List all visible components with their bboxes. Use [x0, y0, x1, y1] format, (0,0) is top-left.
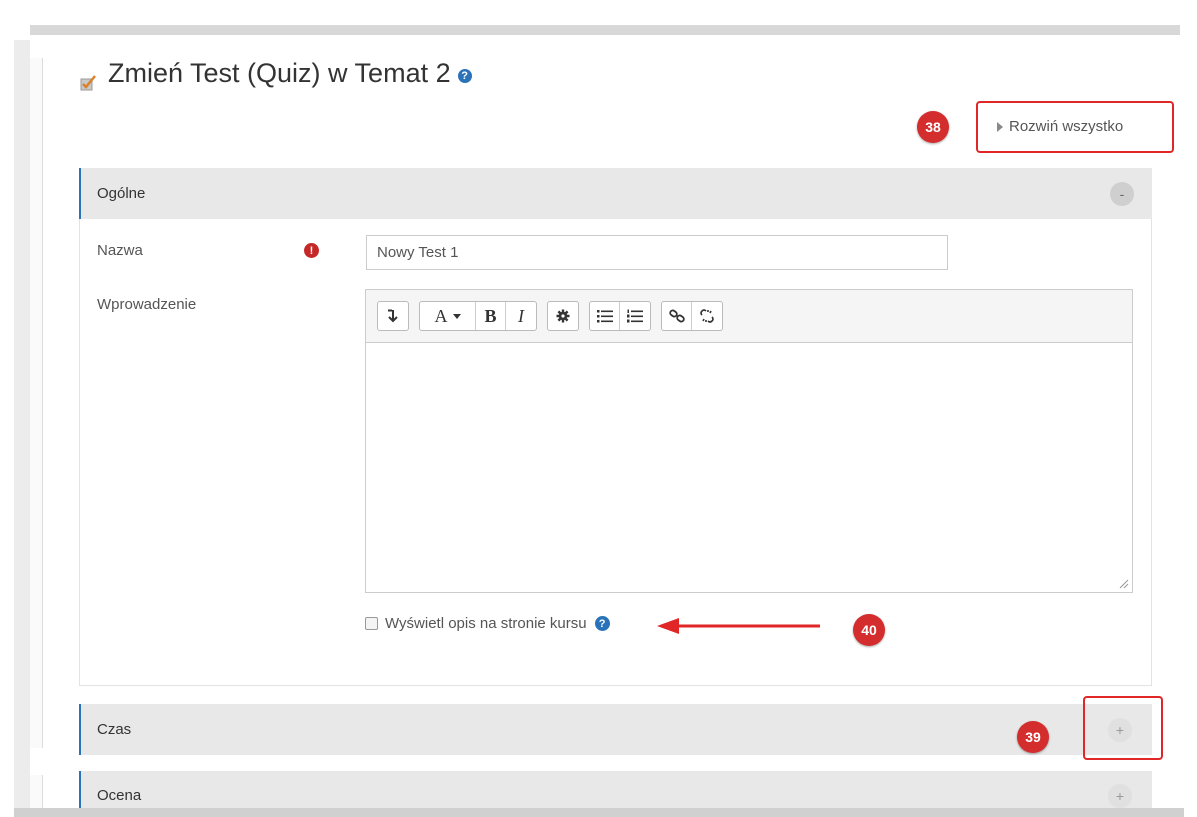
annotation-badge-39: 39: [1017, 721, 1049, 753]
toolbar-group-format: A B I: [419, 301, 537, 331]
show-description-checkbox[interactable]: [365, 617, 378, 630]
italic-button[interactable]: I: [506, 302, 536, 330]
font-style-button[interactable]: A: [420, 302, 476, 330]
expand-all-label: Rozwiń wszystko: [1009, 118, 1124, 135]
editor-toolbar: A B I: [366, 290, 1132, 343]
link-icon[interactable]: [662, 302, 692, 330]
left-panel-edge: [30, 58, 43, 748]
name-input[interactable]: [366, 235, 948, 270]
help-icon[interactable]: ?: [594, 616, 610, 631]
annotation-highlight-toggle: [1083, 696, 1163, 760]
page-title-text: Zmień Test (Quiz) w Temat 2: [108, 58, 451, 88]
section-title-grade: Ocena: [97, 787, 142, 804]
toolbar-group-links: [661, 301, 723, 331]
dropdown-arrow-icon: [452, 313, 461, 319]
toolbar-group-settings: [547, 301, 579, 331]
annotation-badge-38: 38: [917, 111, 949, 143]
show-description-option: Wyświetl opis na stronie kursu ?: [365, 615, 610, 632]
section-title-general: Ogólne: [97, 185, 146, 202]
expand-all-link[interactable]: Rozwiń wszystko: [997, 118, 1123, 135]
intro-label: Wprowadzenie: [97, 296, 197, 313]
required-icon: !: [304, 243, 319, 258]
resize-handle-icon[interactable]: [1119, 579, 1129, 589]
show-more-buttons-icon[interactable]: [378, 302, 408, 330]
unlink-icon[interactable]: [692, 302, 722, 330]
annotation-badge-40: 40: [853, 614, 885, 646]
caret-right-icon: [997, 121, 1003, 132]
frame-bottom-bar: [14, 808, 1184, 817]
frame-top-bar: [30, 25, 1180, 35]
page-title: Zmień Test (Quiz) w Temat 2 ?: [80, 58, 472, 90]
section-header-general[interactable]: Ogólne -: [79, 168, 1152, 219]
section-header-grade[interactable]: Ocena +: [79, 771, 1152, 808]
section-title-time: Czas: [97, 721, 132, 738]
intro-editor[interactable]: A B I: [365, 289, 1133, 593]
expand-toggle-icon[interactable]: +: [1108, 783, 1132, 808]
ordered-list-icon[interactable]: [620, 302, 650, 330]
toolbar-group-lists: [589, 301, 651, 331]
collapse-toggle-icon[interactable]: -: [1110, 181, 1134, 206]
toolbar-group-expand: [377, 301, 409, 331]
annotation-arrow: [657, 618, 820, 634]
show-description-label: Wyświetl opis na stronie kursu: [385, 615, 587, 632]
name-label: Nazwa: [97, 242, 143, 259]
section-header-time[interactable]: Czas +: [79, 704, 1152, 755]
help-icon[interactable]: ?: [457, 68, 472, 83]
bold-button[interactable]: B: [476, 302, 506, 330]
gear-icon[interactable]: [548, 302, 578, 330]
quiz-icon: [80, 68, 98, 90]
font-style-letter: A: [434, 305, 448, 326]
unordered-list-icon[interactable]: [590, 302, 620, 330]
frame-left-bar: [14, 40, 30, 810]
